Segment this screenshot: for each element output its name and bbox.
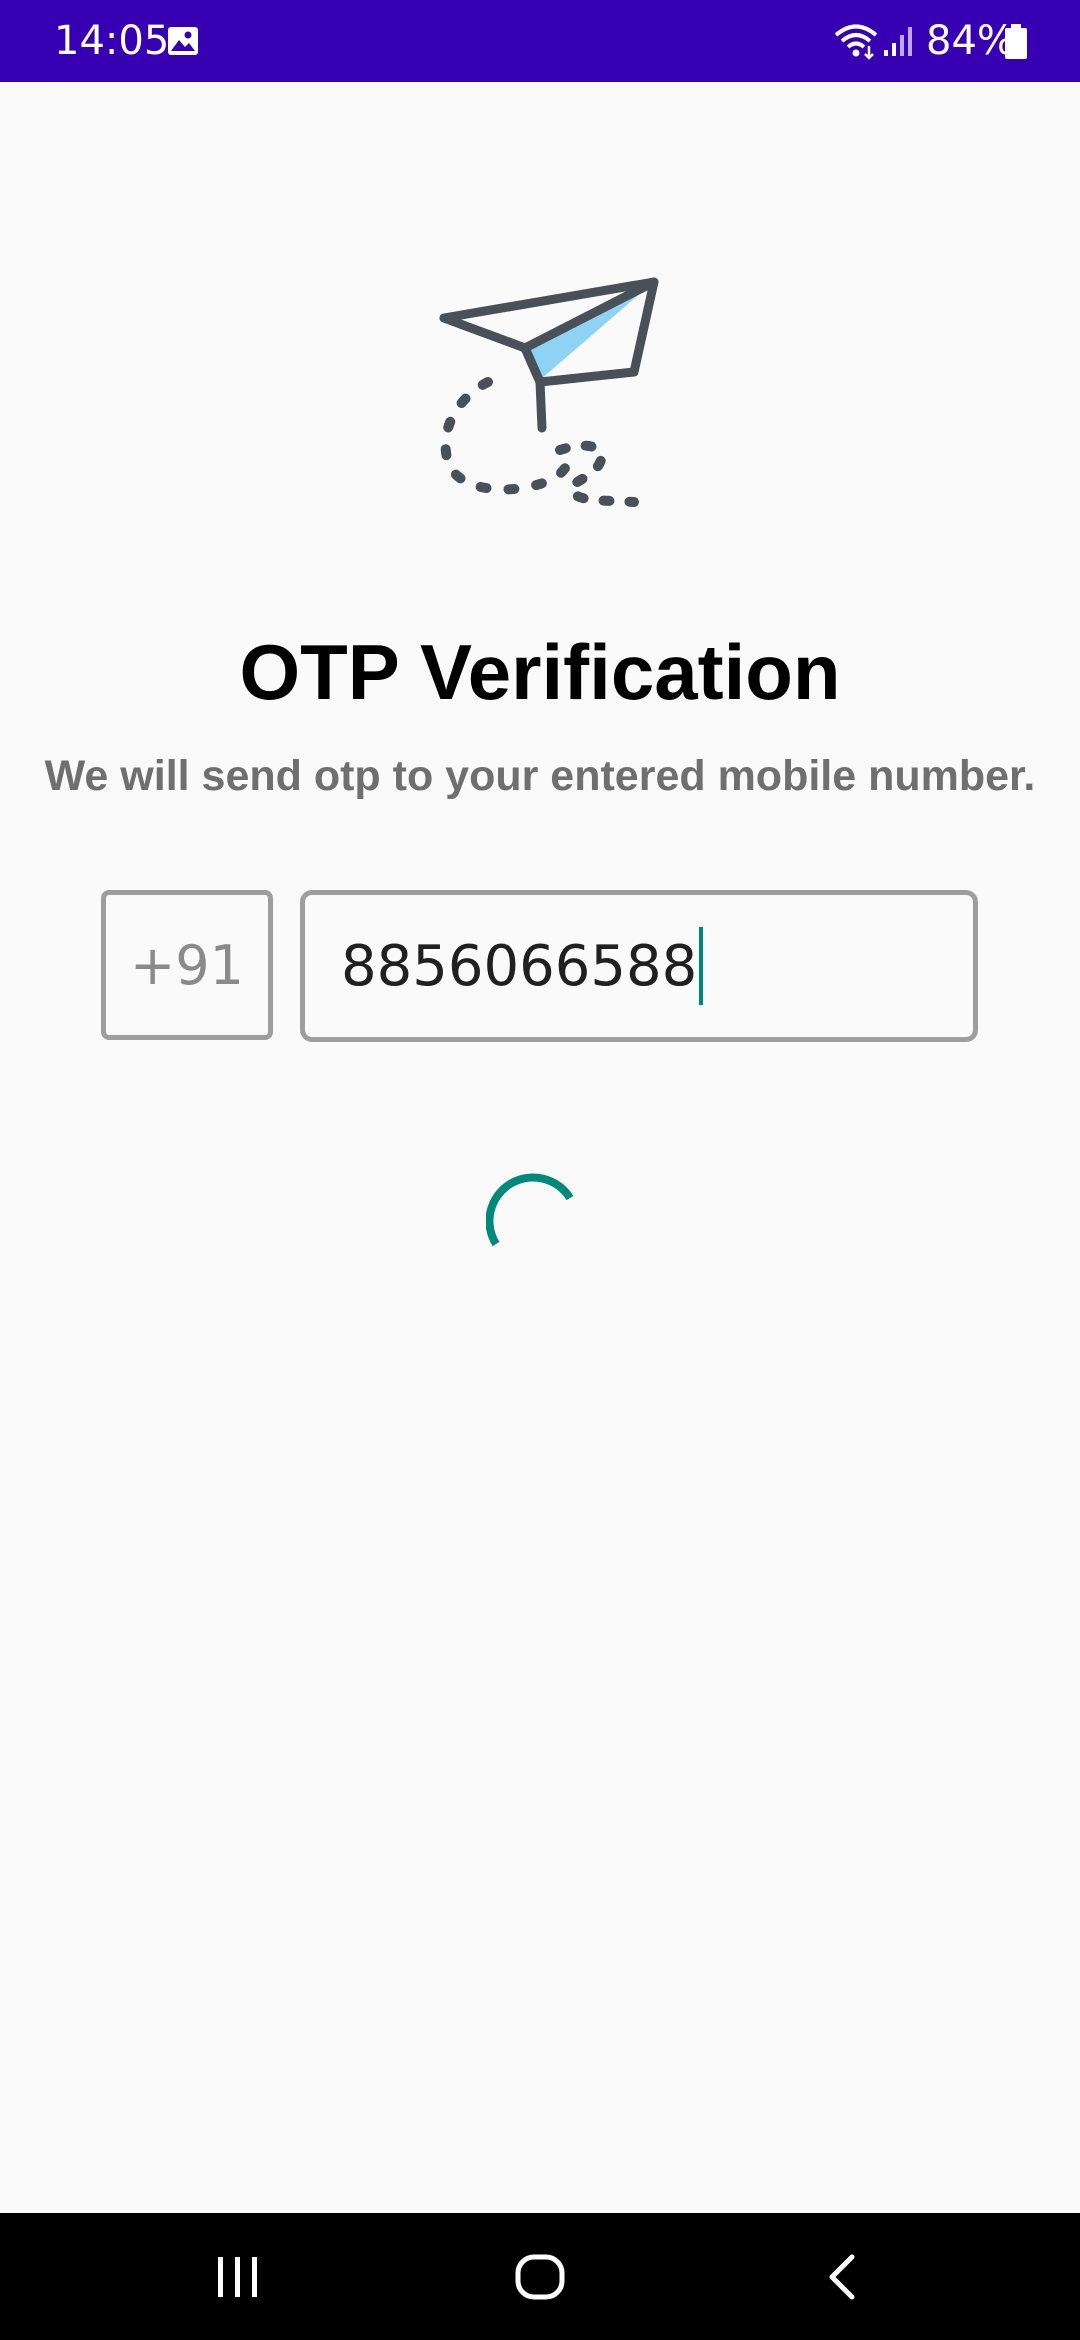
phone-number-value: 8856066588 (341, 933, 698, 999)
gallery-icon (168, 27, 198, 55)
page-subtitle: We will send otp to your entered mobile … (44, 752, 1036, 800)
status-bar: 14:05 84% (0, 0, 1080, 82)
wifi-icon (834, 24, 878, 60)
signal-icon (884, 27, 912, 56)
battery-icon (1005, 24, 1027, 59)
status-time: 14:05 (54, 18, 170, 64)
loading-spinner-icon (486, 1173, 574, 1247)
phone-number-input[interactable]: 8856066588 (300, 890, 978, 1042)
recents-icon[interactable] (210, 2249, 266, 2305)
battery-percentage: 84% (926, 18, 1015, 64)
text-cursor (699, 927, 704, 1005)
home-icon[interactable] (510, 2247, 570, 2307)
back-icon[interactable] (818, 2247, 868, 2307)
country-code-field[interactable]: +91 (101, 890, 273, 1040)
navigation-bar (0, 2213, 1080, 2340)
page-title: OTP Verification (239, 628, 841, 716)
paper-plane-icon (439, 277, 659, 507)
